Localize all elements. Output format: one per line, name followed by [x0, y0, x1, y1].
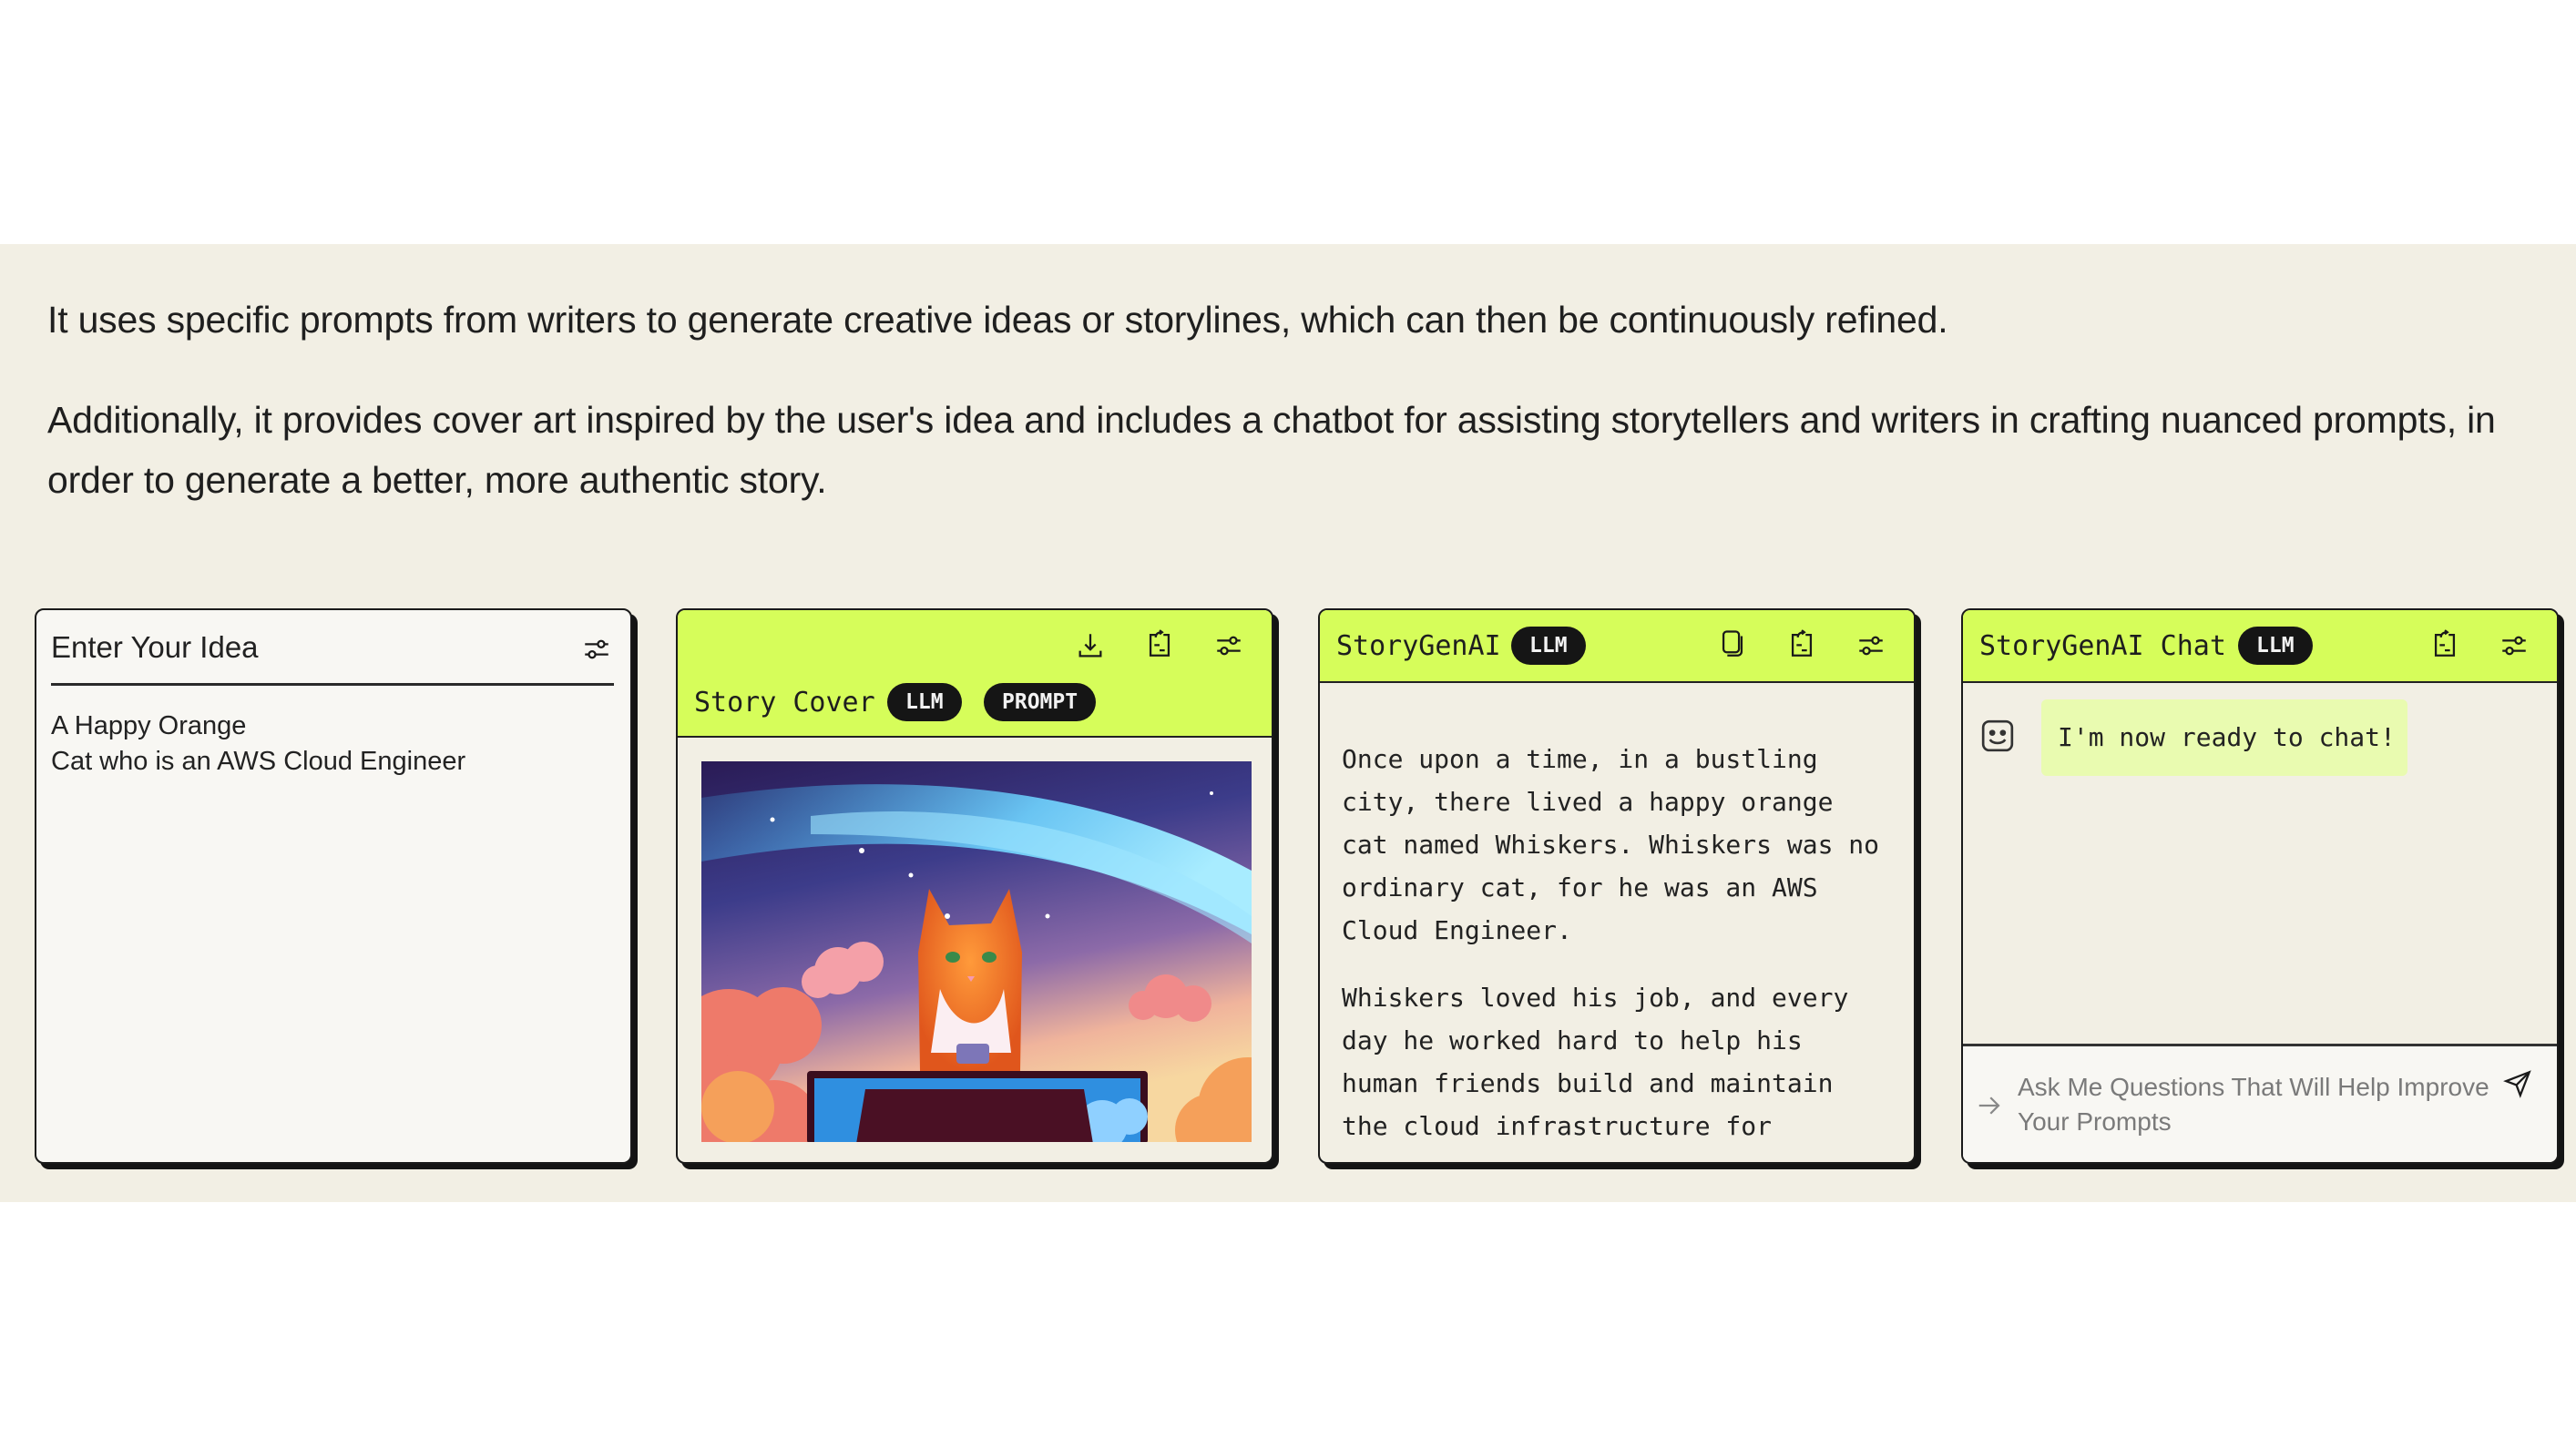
copy-icon[interactable] [1715, 627, 1750, 661]
chat-input-area: Ask Me Questions That Will Help Improve … [1963, 1044, 2557, 1162]
smiley-icon [1979, 718, 2016, 754]
title-divider [51, 683, 614, 686]
description-paragraph-2: Additionally, it provides cover art insp… [47, 399, 2496, 501]
card-title: Story Cover [694, 687, 875, 719]
idea-input-card: Enter Your Idea A Happy Orange Cat who i… [35, 608, 632, 1164]
story-paragraph: Once upon a time, in a bustling city, th… [1342, 744, 1880, 945]
cover-image [701, 761, 1252, 1142]
share-icon[interactable] [1784, 627, 1819, 661]
chat-input[interactable]: Ask Me Questions That Will Help Improve … [2018, 1070, 2537, 1139]
idea-textarea[interactable]: A Happy Orange Cat who is an AWS Cloud E… [51, 709, 465, 780]
idea-card-title: Enter Your Idea [51, 630, 259, 664]
chat-messages: I'm now ready to chat! [1963, 681, 2557, 1045]
llm-badge: LLM [887, 683, 962, 721]
prompt-badge: PROMPT [984, 683, 1097, 721]
download-icon[interactable] [1073, 628, 1108, 663]
card-title: StoryGenAI [1336, 630, 1501, 662]
story-cover-card: Story Cover LLM PROMPT [676, 608, 1273, 1164]
story-output-card: StoryGenAI LLM Once upon a time, in a bu… [1318, 608, 1916, 1164]
share-icon[interactable] [2428, 627, 2462, 661]
chat-card: StoryGenAI Chat LLM I'm now ready to cha… [1961, 608, 2559, 1164]
sliders-icon[interactable] [2497, 628, 2531, 663]
arrow-right-icon [1976, 1092, 2003, 1119]
description-paragraph-1: It uses specific prompts from writers to… [47, 299, 1948, 341]
story-text: Once upon a time, in a bustling city, th… [1342, 738, 1888, 1162]
story-paragraph: Whiskers loved his job, and every day he… [1342, 983, 1849, 1141]
send-icon[interactable] [2500, 1066, 2535, 1101]
llm-badge: LLM [1511, 627, 1586, 665]
sliders-icon[interactable] [579, 632, 614, 667]
share-icon[interactable] [1142, 627, 1177, 661]
card-title: StoryGenAI Chat [1979, 630, 2226, 662]
card-header: Story Cover LLM PROMPT [678, 610, 1272, 738]
llm-badge: LLM [2238, 627, 2313, 665]
sliders-icon[interactable] [1854, 628, 1888, 663]
chat-message-bot: I'm now ready to chat! [2041, 699, 2407, 776]
card-header: StoryGenAI Chat LLM [1963, 610, 2557, 683]
sliders-icon[interactable] [1211, 628, 1246, 663]
card-header: StoryGenAI LLM [1320, 610, 1914, 683]
